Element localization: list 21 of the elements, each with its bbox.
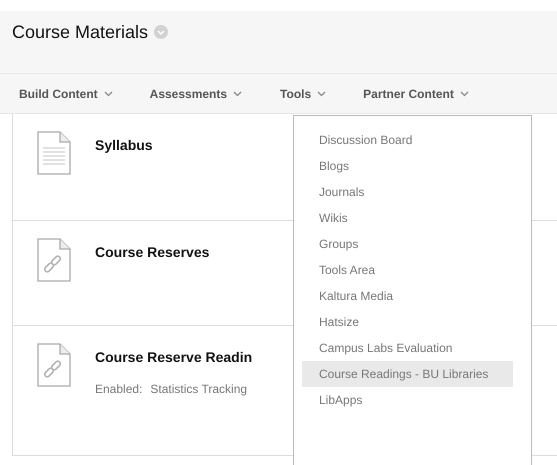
menu-item[interactable]: Wikis <box>302 205 483 231</box>
menu-item[interactable]: Course Readings - BU Libraries <box>302 361 513 387</box>
nav-menu-button[interactable]: Build Content <box>19 86 113 100</box>
nav-menu-button[interactable]: Assessments <box>150 86 242 100</box>
menu-item[interactable]: Tools Area <box>302 257 483 283</box>
menu-item[interactable]: Kaltura Media <box>302 283 483 309</box>
page-title: Course Materials <box>12 22 148 42</box>
menu-item[interactable]: Groups <box>302 231 483 257</box>
item-title-link[interactable]: Course Reserve Readin <box>95 349 252 365</box>
menu-item[interactable]: Hatsize <box>302 309 483 335</box>
detail-value: Statistics Tracking <box>150 382 248 396</box>
detail-label: Enabled: <box>95 382 142 396</box>
menu-item[interactable]: Journals <box>302 179 483 205</box>
item-title-link[interactable]: Syllabus <box>95 137 153 153</box>
item-title-link[interactable]: Course Reserves <box>95 244 210 260</box>
menu-item[interactable]: Discussion Board <box>302 127 483 153</box>
menu-item[interactable]: LibApps <box>302 387 483 413</box>
menu-item[interactable]: Blogs <box>302 153 483 179</box>
nav-menu-button[interactable]: Tools <box>280 86 326 100</box>
nav-menu-button[interactable]: Partner Content <box>363 86 469 100</box>
menu-item[interactable]: Campus Labs Evaluation <box>302 335 483 361</box>
